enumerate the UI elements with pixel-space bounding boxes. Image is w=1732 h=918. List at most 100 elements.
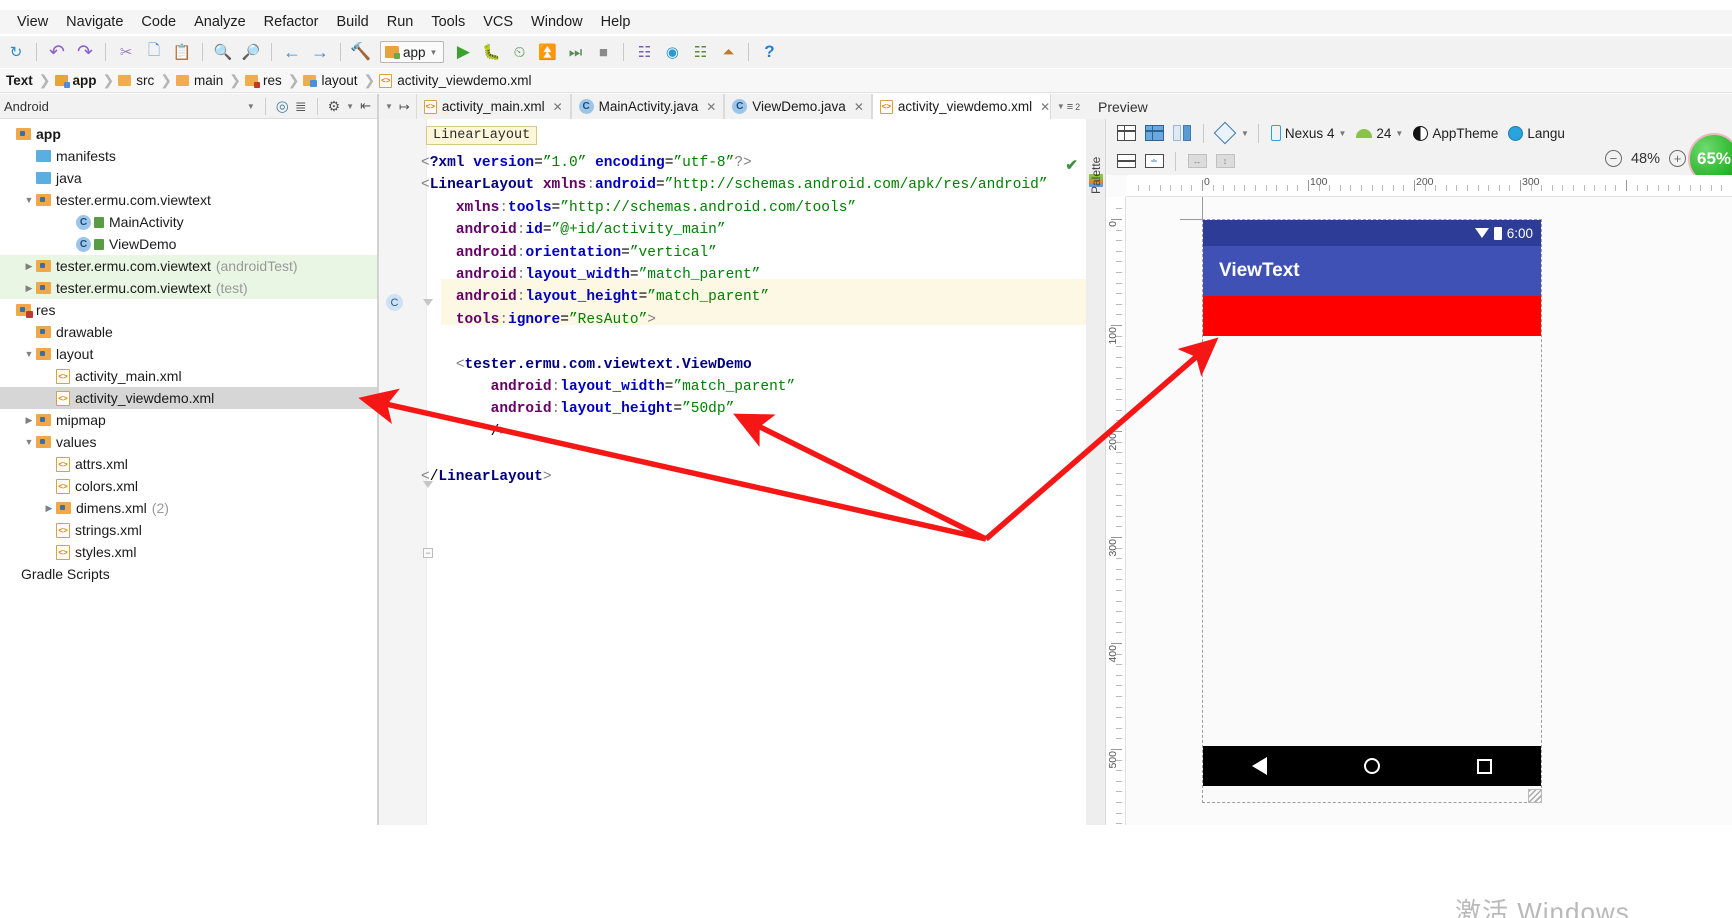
sdk-manager-icon[interactable]: ☷ (631, 39, 657, 65)
run-configuration-selector[interactable]: app ▼ (380, 41, 445, 63)
tree-item-gradle-scripts[interactable]: Gradle Scripts (0, 563, 377, 585)
split-mode-icon[interactable] (1170, 123, 1194, 144)
forward-icon[interactable]: → (307, 39, 333, 65)
tree-item-styles-xml[interactable]: <> styles.xml (0, 541, 377, 563)
chevron-down-icon[interactable]: ▼ (22, 437, 36, 447)
menu-item-vcs[interactable]: VCS (474, 12, 522, 32)
close-icon[interactable]: ✕ (706, 100, 716, 114)
resize-handle[interactable] (1528, 789, 1542, 803)
close-icon[interactable]: ✕ (854, 100, 864, 114)
profile-icon[interactable]: ⏲ (506, 39, 532, 65)
chevron-right-icon[interactable]: ▶ (22, 283, 36, 294)
tab-overflow-controls[interactable]: ▼ ≡ 2 (1050, 94, 1086, 119)
breadcrumb-item-file[interactable]: <> activity_viewdemo.xml (375, 73, 537, 88)
close-icon[interactable]: ✕ (553, 100, 563, 114)
code-content[interactable]: <?xml version=”1.0” encoding=”utf-8”?> <L… (421, 152, 1086, 488)
locate-icon[interactable]: ◎ (276, 97, 289, 115)
tree-item-mainactivity[interactable]: C MainActivity (0, 211, 377, 233)
device-preview[interactable]: 6:00 ViewText (1202, 219, 1542, 803)
attach-debugger-icon[interactable]: ⏭ (562, 39, 588, 65)
chevron-right-icon[interactable]: ▶ (22, 261, 36, 272)
design-canvas[interactable]: 0100200300 0100200300400500600 6:00 View… (1106, 175, 1732, 825)
breadcrumb-item-src[interactable]: src (114, 73, 160, 88)
tree-item-app[interactable]: app (0, 123, 377, 145)
tree-item-dimens-xml[interactable]: ▶ dimens.xml (2) (0, 497, 377, 519)
custom-view-viewdemo[interactable] (1203, 296, 1541, 336)
breadcrumb-item-text[interactable]: Text (2, 73, 39, 88)
breadcrumb-item-app[interactable]: app (51, 73, 103, 88)
tree-item-strings-xml[interactable]: <> strings.xml (0, 519, 377, 541)
chevron-right-icon[interactable]: ▶ (22, 415, 36, 426)
menu-item-navigate[interactable]: Navigate (57, 12, 132, 32)
stop-icon[interactable]: ■ (590, 39, 616, 65)
structure-breadcrumb-chip[interactable]: LinearLayout (426, 126, 538, 145)
tree-item-tester-ermu-com-viewtext[interactable]: ▼ tester.ermu.com.viewtext (0, 189, 377, 211)
collapse-all-icon[interactable]: ≣ (295, 98, 307, 115)
close-icon[interactable]: ✕ (1040, 100, 1050, 114)
recents-square-icon[interactable] (1477, 758, 1493, 774)
device-monitor-icon[interactable]: ⏶ (715, 39, 741, 65)
avd-manager-icon[interactable]: ◉ (659, 39, 685, 65)
home-circle-icon[interactable] (1363, 758, 1380, 774)
tree-item-mipmap[interactable]: ▶ mipmap (0, 409, 377, 431)
zoom-out-button[interactable]: − (1604, 150, 1622, 167)
tree-item-attrs-xml[interactable]: <> attrs.xml (0, 453, 377, 475)
tab-activity-viewdemo-xml[interactable]: <> activity_viewdemo.xml ✕ (871, 94, 1059, 119)
breadcrumb-item-main[interactable]: main (172, 73, 229, 88)
device-selector[interactable]: Nexus 4 ▼ (1268, 125, 1349, 141)
tree-item-drawable[interactable]: drawable (0, 321, 377, 343)
locale-selector[interactable]: Langu (1505, 125, 1568, 141)
menu-item-analyze[interactable]: Analyze (185, 12, 255, 32)
sync-icon[interactable]: ↻ (3, 39, 29, 65)
tree-item-activity-main-xml[interactable]: <> activity_main.xml (0, 365, 377, 387)
api-level-selector[interactable]: 24 ▼ (1353, 126, 1406, 141)
tree-item-viewdemo[interactable]: C ViewDemo (0, 233, 377, 255)
undo-icon[interactable]: ↶ (44, 39, 70, 65)
tab-viewdemo-java[interactable]: C ViewDemo.java ✕ (724, 94, 872, 119)
tree-item-tester-ermu-com-viewtext[interactable]: ▶ tester.ermu.com.viewtext (test) (0, 277, 377, 299)
render-mode-icon[interactable] (1114, 123, 1138, 144)
paste-icon[interactable]: 📋 (169, 39, 195, 65)
breadcrumb-item-layout[interactable]: layout (299, 73, 363, 88)
code-editor[interactable]: C − LinearLayout ✔ <?xml version=”1.0” e… (379, 119, 1086, 825)
breadcrumb-item-res[interactable]: res (241, 73, 288, 88)
menu-item-view[interactable]: View (8, 12, 57, 32)
expand-vertical-icon[interactable]: ↕ (1213, 151, 1237, 172)
blueprint-mode-icon[interactable] (1142, 123, 1166, 144)
orientation-icon[interactable] (1213, 121, 1237, 145)
chevron-right-icon[interactable]: ▶ (42, 503, 56, 514)
list-view-icon[interactable] (1114, 151, 1138, 172)
project-scope-selector[interactable]: Android ▼ (0, 94, 261, 118)
tree-item-tester-ermu-com-viewtext[interactable]: ▶ tester.ermu.com.viewtext (androidTest) (0, 255, 377, 277)
run-icon[interactable]: ▶ (450, 39, 476, 65)
editor-gutter[interactable] (379, 119, 427, 825)
pin-tab-icon[interactable]: ↦ (399, 99, 410, 115)
hammer-icon[interactable]: 🔨 (348, 39, 374, 65)
redo-icon[interactable]: ↷ (72, 39, 98, 65)
back-triangle-icon[interactable] (1251, 757, 1267, 775)
gear-icon[interactable]: ⚙ (328, 98, 341, 115)
hide-icon[interactable]: ⇤ (360, 98, 371, 114)
chevron-down-icon[interactable]: ▼ (22, 349, 36, 359)
tree-item-colors-xml[interactable]: <> colors.xml (0, 475, 377, 497)
chevron-down-icon[interactable]: ▼ (385, 102, 393, 111)
java-class-icon[interactable]: C (386, 294, 403, 311)
help-icon[interactable]: ? (756, 39, 782, 65)
menu-item-help[interactable]: Help (592, 12, 640, 32)
menu-item-build[interactable]: Build (327, 12, 377, 32)
tree-item-layout[interactable]: ▼ layout (0, 343, 377, 365)
menu-item-refactor[interactable]: Refactor (255, 12, 328, 32)
constraint-tools-icon[interactable]: ∸ (1142, 151, 1166, 172)
layout-inspector-icon[interactable]: ☷ (687, 39, 713, 65)
theme-selector[interactable]: AppTheme (1410, 125, 1501, 141)
menu-item-code[interactable]: Code (132, 12, 185, 32)
cut-icon[interactable]: ✂ (113, 39, 139, 65)
menu-item-run[interactable]: Run (378, 12, 423, 32)
tree-item-manifests[interactable]: manifests (0, 145, 377, 167)
back-icon[interactable]: ← (279, 39, 305, 65)
menu-item-window[interactable]: Window (522, 12, 592, 32)
find-replace-icon[interactable]: 🔎 (238, 39, 264, 65)
debug-icon[interactable]: 🐛 (478, 39, 504, 65)
tab-mainactivity-java[interactable]: C MainActivity.java ✕ (570, 94, 725, 119)
tree-item-res[interactable]: res (0, 299, 377, 321)
